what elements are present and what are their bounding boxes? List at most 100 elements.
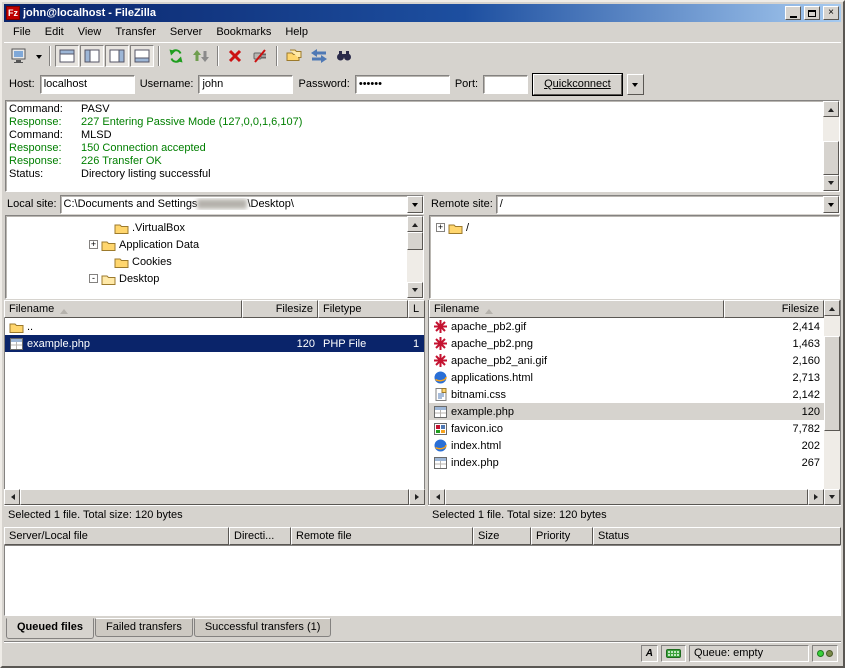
file-row[interactable]: bitnami.css 2,142 [429, 386, 824, 403]
column-header-size[interactable]: Size [473, 527, 531, 545]
directory-comparison-button[interactable] [282, 45, 306, 67]
file-row[interactable]: favicon.ico 7,782 [429, 420, 824, 437]
site-manager-dropdown-button[interactable] [32, 45, 45, 67]
tree-item[interactable]: - Desktop [6, 270, 407, 287]
close-button[interactable]: × [823, 6, 839, 20]
titlebar[interactable]: Fz john@localhost - FileZilla × [4, 4, 841, 22]
menu-view[interactable]: View [71, 24, 109, 40]
column-header-priority[interactable]: Priority [531, 527, 593, 545]
toggle-log-icon [59, 49, 75, 63]
quickconnect-button[interactable]: Quickconnect [533, 74, 622, 95]
site-manager-button[interactable] [7, 45, 31, 67]
transfer-type-indicator[interactable]: A [641, 645, 658, 662]
file-row[interactable]: index.html 202 [429, 437, 824, 454]
scroll-right-button[interactable] [808, 489, 824, 505]
scroll-down-button[interactable] [824, 489, 840, 505]
arrow-right-icon [814, 494, 821, 500]
toggle-remote-tree-button[interactable] [105, 45, 129, 67]
expand-icon[interactable]: + [436, 223, 445, 232]
tree-item[interactable]: .VirtualBox [6, 219, 407, 236]
scroll-down-button[interactable] [407, 282, 423, 298]
scroll-left-button[interactable] [4, 489, 20, 505]
refresh-button[interactable] [164, 45, 188, 67]
local-site-combo[interactable]: C:\Documents and Settings\Desktop\ [60, 195, 424, 214]
menu-transfer[interactable]: Transfer [108, 24, 163, 40]
column-header-filesize[interactable]: Filesize [724, 300, 824, 318]
process-queue-button[interactable] [189, 45, 213, 67]
local-horizontal-scrollbar[interactable] [4, 489, 425, 505]
scroll-up-button[interactable] [824, 300, 840, 316]
host-label: Host: [9, 78, 35, 90]
column-header-filesize[interactable]: Filesize [242, 300, 318, 318]
tree-item[interactable]: Cookies [6, 253, 407, 270]
remote-file-list: apache_pb2.gif 2,414 apache_pb2.png 1,46… [429, 318, 824, 489]
maximize-button[interactable] [804, 6, 820, 20]
menu-help[interactable]: Help [278, 24, 315, 40]
tree-item[interactable]: + Application Data [6, 236, 407, 253]
tab-queued-files[interactable]: Queued files [6, 618, 94, 639]
local-tree-scrollbar[interactable] [407, 216, 423, 298]
remote-site-dropdown-button[interactable] [823, 196, 839, 213]
file-row[interactable]: apache_pb2.png 1,463 [429, 335, 824, 352]
log-scrollbar[interactable] [823, 101, 839, 191]
column-header-filename[interactable]: Filename [429, 300, 724, 318]
scroll-thumb[interactable] [445, 489, 808, 505]
queue-body[interactable] [4, 545, 841, 616]
redacted-username [197, 199, 247, 209]
file-row[interactable]: index.php 267 [429, 454, 824, 471]
remote-horizontal-scrollbar[interactable] [429, 489, 824, 505]
minimize-button[interactable] [785, 6, 801, 20]
menu-bookmarks[interactable]: Bookmarks [209, 24, 278, 40]
local-site-dropdown-button[interactable] [407, 196, 423, 213]
menu-server[interactable]: Server [163, 24, 209, 40]
scroll-track [823, 117, 839, 141]
scroll-thumb[interactable] [823, 141, 839, 175]
username-input[interactable] [198, 75, 293, 94]
file-row-selected[interactable]: example.php 120 [429, 403, 824, 420]
find-files-button[interactable] [332, 45, 356, 67]
column-header-filename[interactable]: Filename [4, 300, 242, 318]
disconnect-button[interactable] [248, 45, 272, 67]
port-input[interactable] [483, 75, 528, 94]
tab-failed-transfers[interactable]: Failed transfers [95, 618, 193, 637]
scroll-thumb[interactable] [824, 336, 840, 431]
expand-icon[interactable]: + [89, 240, 98, 249]
remote-vertical-scrollbar[interactable] [824, 300, 840, 505]
column-header-filetype[interactable]: Filetype [318, 300, 408, 318]
toggle-log-button[interactable] [55, 45, 79, 67]
column-header-remote-file[interactable]: Remote file [291, 527, 473, 545]
scroll-thumb[interactable] [20, 489, 409, 505]
host-input[interactable] [40, 75, 135, 94]
scroll-up-button[interactable] [407, 216, 423, 232]
quickconnect-dropdown-button[interactable] [627, 74, 644, 95]
tree-item[interactable]: + / [430, 219, 839, 236]
menu-edit[interactable]: Edit [38, 24, 71, 40]
column-header-server-local-file[interactable]: Server/Local file [4, 527, 229, 545]
scroll-left-button[interactable] [429, 489, 445, 505]
toggle-queue-button[interactable] [130, 45, 154, 67]
file-row-up[interactable]: .. [5, 318, 424, 335]
toggle-local-tree-button[interactable] [80, 45, 104, 67]
column-header-lastmodified[interactable]: L [408, 300, 425, 318]
collapse-icon[interactable]: - [89, 274, 98, 283]
scroll-thumb[interactable] [407, 232, 423, 250]
tab-successful-transfers[interactable]: Successful transfers (1) [194, 618, 332, 637]
local-pane: Local site: C:\Documents and Settings\De… [4, 194, 425, 524]
file-row[interactable]: apache_pb2.gif 2,414 [429, 318, 824, 335]
scroll-right-button[interactable] [409, 489, 425, 505]
scroll-up-button[interactable] [823, 101, 839, 117]
menu-file[interactable]: File [6, 24, 38, 40]
synchronized-browsing-button[interactable] [307, 45, 331, 67]
column-header-direction[interactable]: Directi... [229, 527, 291, 545]
encryption-indicator[interactable] [661, 645, 686, 662]
password-input[interactable] [355, 75, 450, 94]
column-header-status[interactable]: Status [593, 527, 841, 545]
cancel-button[interactable] [223, 45, 247, 67]
file-row[interactable]: apache_pb2_ani.gif 2,160 [429, 352, 824, 369]
dim-led-icon [826, 650, 833, 657]
scroll-down-button[interactable] [823, 175, 839, 191]
toolbar-separator [276, 46, 278, 66]
remote-site-combo[interactable]: / [496, 195, 840, 214]
file-row-selected[interactable]: example.php 120 PHP File 1 [5, 335, 424, 352]
file-row[interactable]: applications.html 2,713 [429, 369, 824, 386]
